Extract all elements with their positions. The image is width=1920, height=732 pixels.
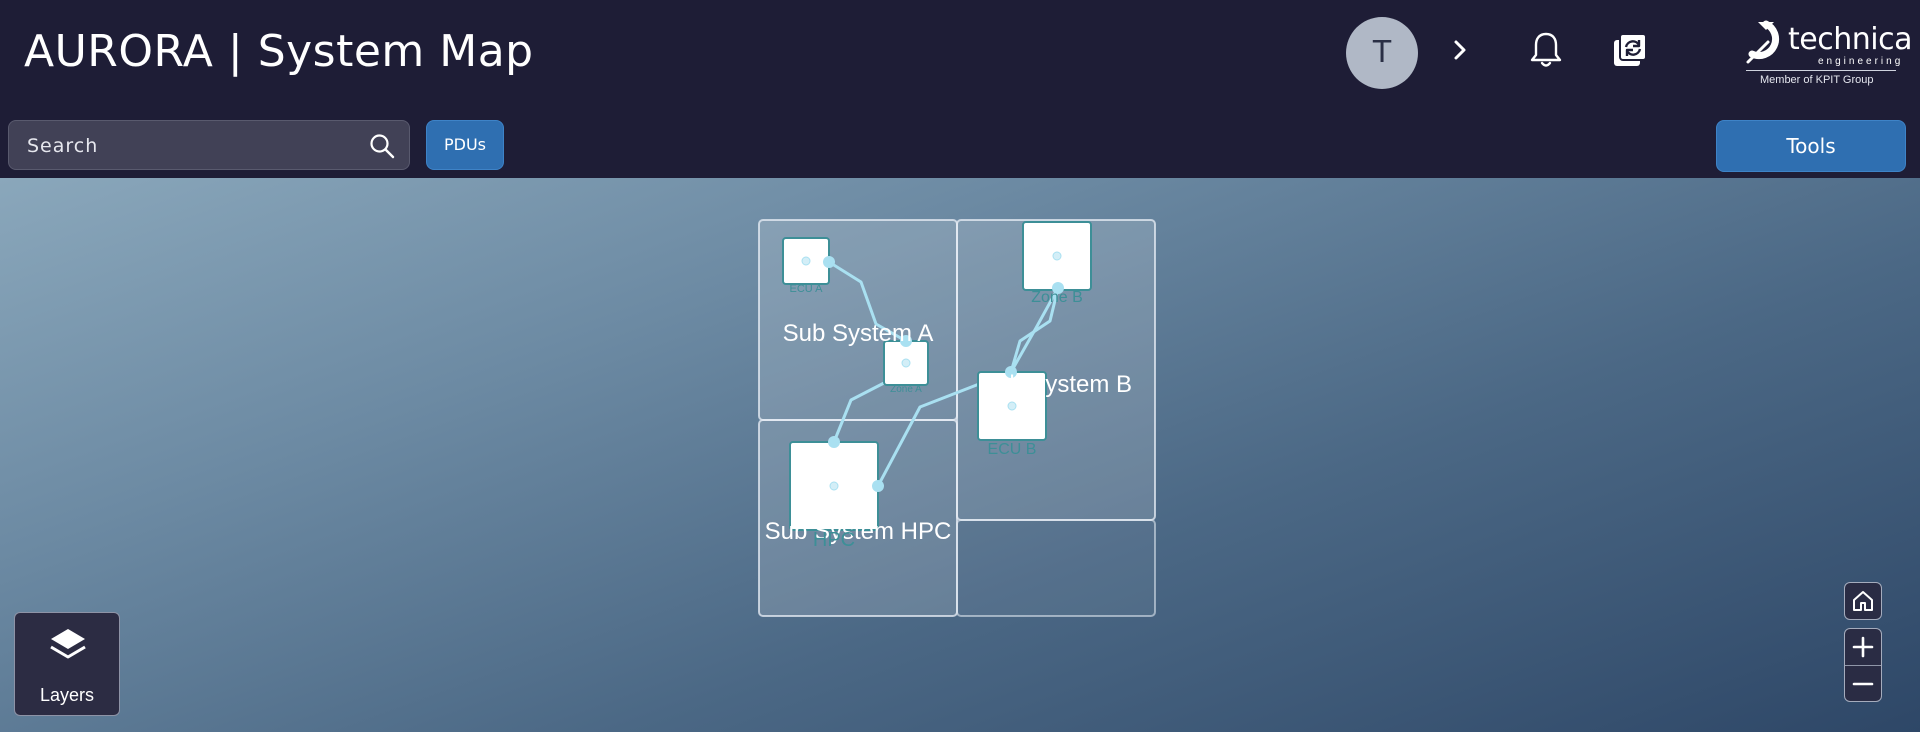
search-box [8,120,410,171]
logo-divider [1746,70,1896,71]
system-graph[interactable]: Sub System A Sub System B Sub System HPC… [0,178,1920,732]
zoom-out-button[interactable] [1845,665,1881,702]
logo-mark-icon [1746,20,1780,64]
port[interactable] [828,436,840,448]
node-zone-a-label: Zone A [890,384,922,395]
subsystem-empty-box [956,519,1156,617]
sync-icon[interactable] [1610,30,1650,70]
logo-member-text: Member of KPIT Group [1760,74,1874,86]
port[interactable] [823,256,835,268]
layers-button[interactable]: Layers [14,612,120,716]
avatar[interactable]: T [1346,17,1418,89]
node-center-dot [829,481,839,491]
zoom-home-button[interactable] [1844,582,1882,620]
node-ecu-a-label: ECU A [789,283,823,295]
layers-label: Layers [39,685,95,705]
logo-subtitle: engineering [1818,56,1904,67]
chevron-right-icon[interactable] [1446,36,1474,64]
search-icon[interactable] [369,133,395,159]
tools-button[interactable]: Tools [1716,120,1906,172]
subsystem-hpc-label: Sub System HPC [765,518,952,545]
pdus-button[interactable]: PDUs [426,120,504,170]
search-input[interactable] [25,121,349,171]
logo-wordmark: technica [1788,22,1912,57]
technica-logo: technica engineering Member of KPIT Grou… [1744,16,1912,90]
bell-icon[interactable] [1528,30,1564,70]
app-window: AURORA | System Map T technica engineeri [0,0,1920,732]
zoom-in-button[interactable] [1845,629,1881,665]
node-hpc-label: HPC [813,529,855,551]
node-center-dot [1007,401,1017,411]
port[interactable] [872,480,884,492]
node-center-dot [901,358,911,368]
plus-icon [1852,636,1874,658]
system-map-canvas[interactable]: Sub System A Sub System B Sub System HPC… [0,178,1920,732]
subsystem-b-label: Sub System B [980,371,1132,398]
zoom-controls [1844,628,1882,702]
page-title: AURORA | System Map [24,26,534,77]
minus-icon [1852,682,1874,686]
node-center-dot [801,256,811,266]
layers-icon [50,629,86,659]
node-zone-b-label: Zone B [1031,289,1083,306]
node-center-dot [1052,251,1062,261]
subsystem-a-label: Sub System A [783,320,934,347]
top-bar: AURORA | System Map T technica engineeri [0,0,1920,178]
node-ecu-b-label: ECU B [988,441,1037,458]
home-icon [1853,591,1873,611]
